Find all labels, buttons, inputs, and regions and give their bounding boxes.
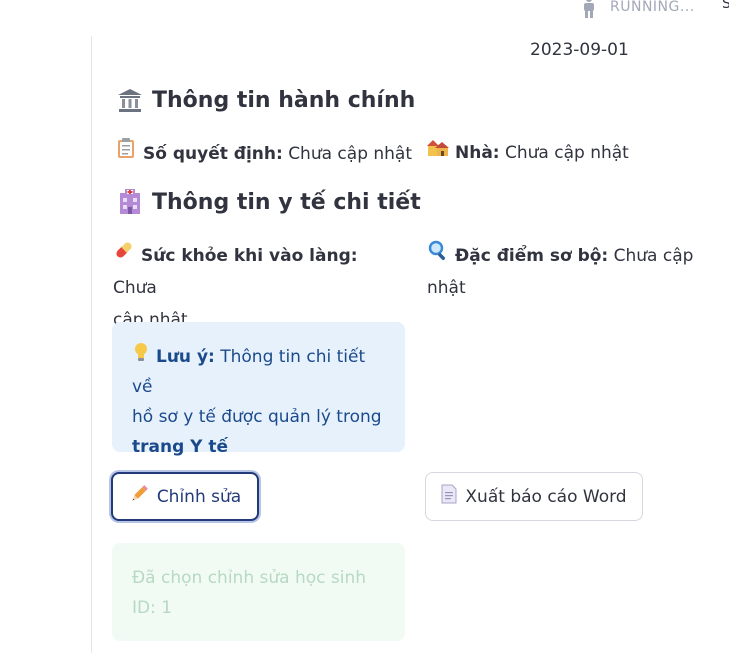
house-value: Chưa cập nhật [505,143,629,163]
note-link[interactable]: trang Y tế [132,437,228,457]
bank-icon [116,86,144,114]
pencil-icon [129,484,149,509]
edit-button[interactable]: Chỉnh sửa [111,472,259,521]
medical-heading: Thông tin y tế chi tiết [116,188,421,216]
note-text-2: hồ sơ y tế được quản lý trong [132,407,382,427]
running-status: RUNNING... S [578,0,729,18]
date-text: 2023-09-01 [530,40,629,60]
decision-number-label: Số quyết định: [143,144,283,164]
magnifier-icon [427,239,449,272]
export-word-button[interactable]: Xuất báo cáo Word [425,472,643,521]
note-label: Lưu ý: [156,347,215,367]
medical-heading-text: Thông tin y tế chi tiết [152,189,421,215]
house-row: Nhà: Chưa cập nhật [427,137,629,169]
houses-icon [427,137,449,169]
pill-icon [113,239,135,272]
decision-number-row: Số quyết định: Chưa cập nhật [115,137,412,170]
running-status-text: RUNNING... [610,0,695,15]
document-icon [441,484,457,509]
traits-label: Đặc điểm sơ bộ: [455,246,609,266]
running-person-icon [584,0,594,18]
health-value-1: Chưa [113,278,157,298]
success-line-2: ID: 1 [132,598,173,618]
sidebar-divider [91,36,92,653]
admin-heading: Thông tin hành chính [116,86,415,114]
status-extra-text: S [722,0,729,12]
success-line-1: Đã chọn chỉnh sửa học sinh [132,568,366,588]
lightbulb-icon [132,342,150,372]
export-word-button-label: Xuất báo cáo Word [465,486,627,507]
clipboard-icon [115,137,137,170]
house-label: Nhà: [455,143,500,163]
hospital-icon [116,188,144,216]
info-note: Lưu ý: Thông tin chi tiết về hồ sơ y tế … [112,322,405,457]
edit-button-label: Chỉnh sửa [156,486,242,507]
traits-row: Đặc điểm sơ bộ: Chưa cập nhật [427,239,729,304]
decision-number-value: Chưa cập nhật [288,144,413,164]
success-message: Đã chọn chỉnh sửa học sinh ID: 1 [112,543,405,641]
admin-heading-text: Thông tin hành chính [152,87,416,113]
health-label: Sức khỏe khi vào làng: [141,246,358,266]
